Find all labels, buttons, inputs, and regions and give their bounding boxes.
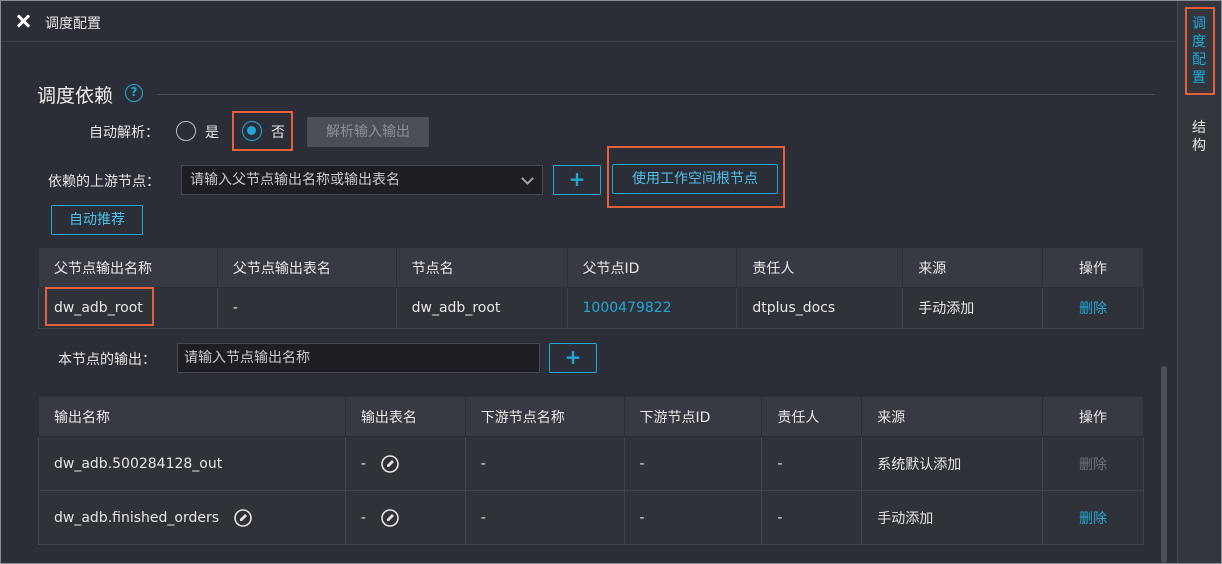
table-row: dw_adb_root - dw_adb_root 1000479822 dtp… [38,287,1144,329]
source: 手动添加 [902,287,1044,329]
close-icon[interactable] [13,11,33,31]
col-header: 输出名称 [38,396,346,437]
downstream-node-id: - [623,436,763,491]
section-title: 调度依赖 [37,85,114,107]
output-table-name: - [360,455,366,472]
highlight-box-root-output [45,287,154,326]
col-header: 节点名 [395,247,568,288]
downstream-node-name: - [464,436,625,491]
auto-recommend-button[interactable]: 自动推荐 [51,205,143,235]
owner: dtplus_docs [736,287,904,329]
downstream-node-id: - [623,490,763,545]
tab-structure[interactable]: 结构 [1188,119,1210,155]
col-header: 下游节点ID [623,396,763,437]
col-header: 父节点ID [566,247,738,288]
downstream-node-name: - [464,490,625,545]
upstream-label: 依赖的上游节点： [48,174,160,190]
col-header: 父节点输出表名 [216,247,397,288]
chevron-down-icon [521,172,534,185]
source: 系统默认添加 [861,436,1044,491]
parent-node-table: 父节点输出名称 父节点输出表名 节点名 父节点ID 责任人 来源 操作 dw_a… [38,247,1144,329]
output-name-input[interactable]: 请输入节点输出名称 [177,343,540,373]
output-label: 本节点的输出： [58,352,156,368]
col-header: 父节点输出名称 [38,247,218,288]
node-name: dw_adb_root [395,287,568,329]
col-header: 来源 [902,247,1044,288]
source: 手动添加 [861,490,1044,545]
output-table: 输出名称 输出表名 下游节点名称 下游节点ID 责任人 来源 操作 dw_adb… [38,396,1144,545]
output-table-name: - [360,509,366,526]
edit-icon[interactable] [233,508,253,528]
delete-link[interactable]: 删除 [1042,490,1144,545]
radio-yes[interactable] [176,121,196,141]
owner: - [761,436,863,491]
col-header: 下游节点名称 [464,396,625,437]
scrollbar[interactable] [1161,366,1167,563]
table-row: dw_adb.finished_orders - - - - 手动添加 删除 [38,490,1144,545]
highlight-box-tab [1185,7,1215,95]
col-header: 操作 [1042,396,1144,437]
add-upstream-button[interactable]: + [553,165,601,195]
config-panel: 调度配置 调度依赖 ? 自动解析： 是 否 解析输入输出 依赖的上游节点： 请输… [1,1,1176,563]
parent-node-id-link[interactable]: 1000479822 [566,287,738,329]
right-sidebar: 调度配置 结构 [1177,1,1221,563]
output-name: dw_adb.finished_orders [54,509,220,526]
output-placeholder: 请输入节点输出名称 [184,350,310,366]
upstream-placeholder: 请输入父节点输出名称或输出表名 [190,172,400,188]
col-header: 来源 [861,396,1044,437]
edit-icon[interactable] [380,508,400,528]
parse-io-button[interactable]: 解析输入输出 [307,117,429,147]
col-header: 操作 [1042,247,1144,288]
col-header: 输出表名 [344,396,466,437]
col-header: 责任人 [761,396,863,437]
section-divider [157,94,1155,95]
delete-link-disabled: 删除 [1042,436,1144,491]
delete-link[interactable]: 删除 [1042,287,1144,329]
radio-yes-label: 是 [205,125,219,141]
highlight-box-no [232,111,293,151]
add-output-button[interactable]: + [549,343,597,373]
highlight-box-root [607,146,785,208]
help-icon[interactable]: ? [125,84,143,102]
output-table-cell: - [344,436,466,491]
col-header: 责任人 [736,247,904,288]
parent-output-table: - [216,287,397,329]
panel-title: 调度配置 [45,16,101,32]
table-row: dw_adb.500284128_out - - - - 系统默认添加 删除 [38,436,1144,491]
output-name: dw_adb.500284128_out [38,436,346,491]
output-table-cell: - [344,490,466,545]
auto-parse-label: 自动解析： [89,125,159,141]
owner: - [761,490,863,545]
panel-header: 调度配置 [1,1,1176,42]
output-name-cell: dw_adb.finished_orders [38,490,346,545]
edit-icon[interactable] [380,454,400,474]
upstream-select[interactable]: 请输入父节点输出名称或输出表名 [181,165,543,195]
